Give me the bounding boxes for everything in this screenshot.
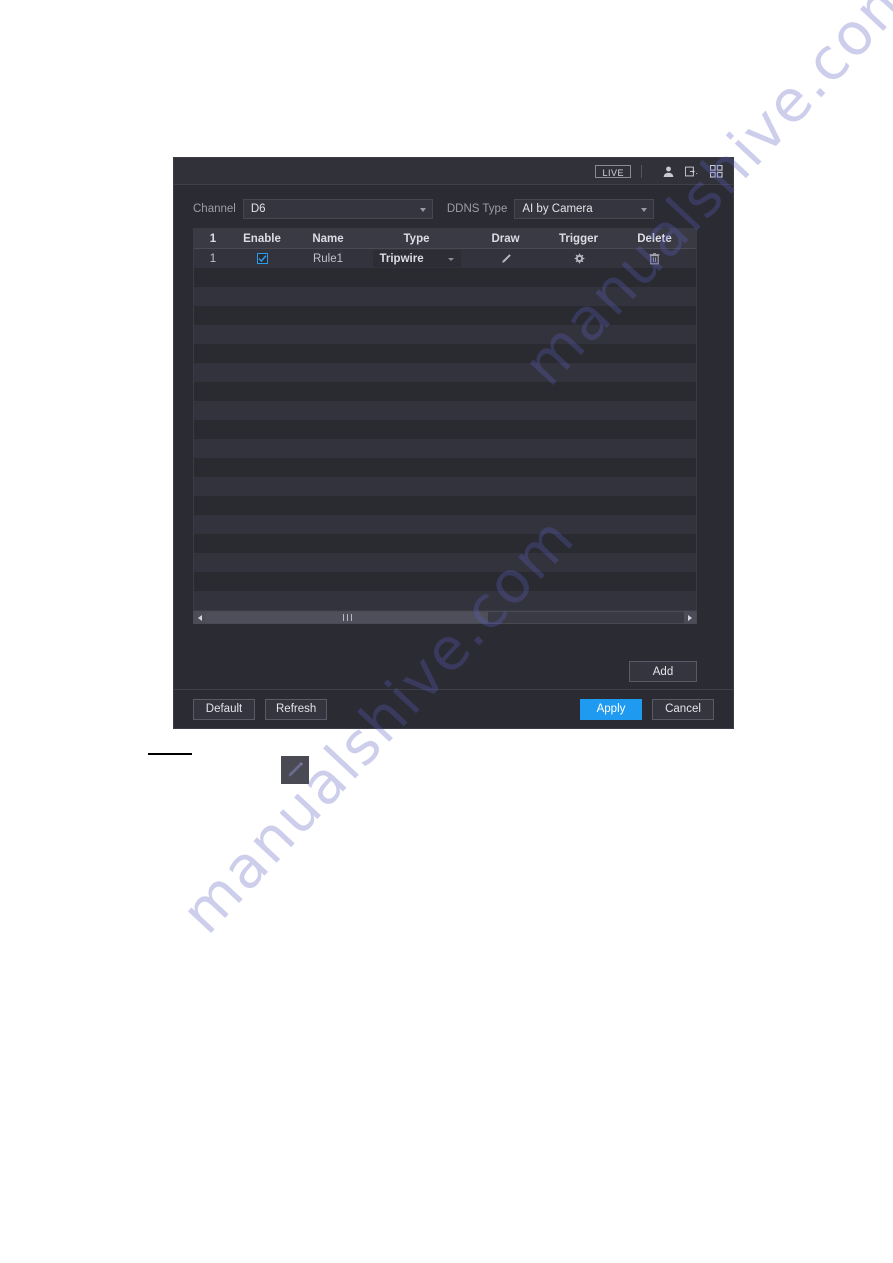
rule-type-select[interactable]: Tripwire	[372, 250, 461, 267]
table-row-empty[interactable]	[194, 268, 696, 287]
apps-grid-icon[interactable]	[709, 164, 724, 179]
grip-line	[350, 614, 352, 621]
table-row-empty[interactable]	[194, 382, 696, 401]
channel-label: Channel	[193, 203, 236, 215]
chevron-down-icon	[447, 257, 454, 261]
table-row-empty[interactable]	[194, 496, 696, 515]
filter-row: Channel D6 DDNS Type AI by Camera	[193, 199, 714, 219]
channel-select[interactable]: D6	[242, 199, 433, 219]
table-row-empty[interactable]	[194, 420, 696, 439]
table-row-empty[interactable]	[194, 306, 696, 325]
pencil-icon	[281, 756, 309, 784]
table-row-empty[interactable]	[194, 477, 696, 496]
default-button[interactable]: Default	[193, 698, 255, 720]
table-row-empty[interactable]	[194, 363, 696, 382]
window-titlebar: LIVE	[174, 158, 733, 185]
grip-line	[346, 614, 348, 621]
row-name: Rule1	[312, 252, 344, 265]
scroll-right-arrow[interactable]	[684, 612, 696, 623]
rule-type-value: Tripwire	[379, 252, 424, 265]
refresh-button[interactable]: Refresh	[265, 698, 328, 720]
enable-checkbox[interactable]	[256, 253, 268, 264]
table-row-empty[interactable]	[194, 344, 696, 363]
grip-line	[342, 614, 344, 621]
channel-value: D6	[250, 203, 266, 215]
table-row-empty[interactable]	[194, 534, 696, 553]
footer-left-group: Default Refresh	[193, 698, 328, 720]
column-header-enable: Enable	[243, 232, 281, 245]
table-header-row: 1 Enable Name Type Draw Trigger Delete	[194, 229, 696, 249]
chevron-down-icon	[641, 208, 648, 212]
window-footer: Default Refresh Apply Cancel	[174, 689, 733, 728]
gear-icon[interactable]	[573, 253, 585, 265]
table-empty-rows	[194, 268, 696, 610]
scrollbar-track[interactable]	[206, 612, 684, 623]
column-header-type: Type	[403, 232, 430, 245]
table-row-empty[interactable]	[194, 515, 696, 534]
table-row-empty[interactable]	[194, 439, 696, 458]
row-delete-cell	[615, 249, 694, 268]
user-icon[interactable]	[661, 164, 676, 179]
scroll-left-arrow[interactable]	[194, 612, 206, 623]
table-row-empty[interactable]	[194, 458, 696, 477]
apply-button[interactable]: Apply	[580, 698, 642, 720]
row-index: 1	[209, 252, 217, 265]
rules-table: 1 Enable Name Type Draw Trigger Delete 1	[193, 228, 697, 611]
titlebar-divider	[641, 164, 642, 178]
table-row-empty[interactable]	[194, 553, 696, 572]
table-row-empty[interactable]	[194, 287, 696, 306]
row-trigger-cell	[542, 249, 615, 268]
pencil-icon[interactable]	[500, 253, 512, 265]
add-button[interactable]: Add	[629, 661, 697, 682]
ddns-type-label: DDNS Type	[446, 203, 508, 215]
trash-icon[interactable]	[649, 252, 660, 265]
table-row-empty[interactable]	[194, 401, 696, 420]
scrollbar-thumb[interactable]	[206, 612, 488, 623]
column-header-trigger: Trigger	[559, 232, 598, 245]
table-row[interactable]: 1 Rule1 Tripwire	[194, 249, 696, 268]
cancel-button[interactable]: Cancel	[652, 698, 714, 720]
column-header-draw: Draw	[491, 232, 520, 245]
live-badge[interactable]: LIVE	[595, 164, 631, 178]
row-draw-cell	[469, 249, 542, 268]
footnote-separator-rule	[148, 753, 192, 755]
row-type-cell: Tripwire	[364, 249, 469, 268]
horizontal-scrollbar[interactable]	[193, 611, 697, 624]
table-row-empty[interactable]	[194, 325, 696, 344]
column-header-delete: Delete	[637, 232, 672, 245]
nvr-config-window: LIVE Channel D6 DDNS Type AI by Camera 1…	[173, 157, 734, 729]
column-header-index: 1	[209, 232, 217, 245]
footer-right-group: Apply Cancel	[580, 698, 714, 720]
table-row-empty[interactable]	[194, 591, 696, 610]
row-enable-cell	[232, 249, 292, 268]
ddns-type-select[interactable]: AI by Camera	[514, 199, 655, 219]
table-row-empty[interactable]	[194, 572, 696, 591]
logout-icon[interactable]	[685, 164, 700, 179]
chevron-down-icon	[419, 208, 426, 212]
column-header-name: Name	[312, 232, 344, 245]
add-button-area: Add	[193, 661, 697, 682]
ddns-type-value: AI by Camera	[522, 203, 593, 215]
window-body: Channel D6 DDNS Type AI by Camera 1 Enab…	[174, 185, 733, 728]
